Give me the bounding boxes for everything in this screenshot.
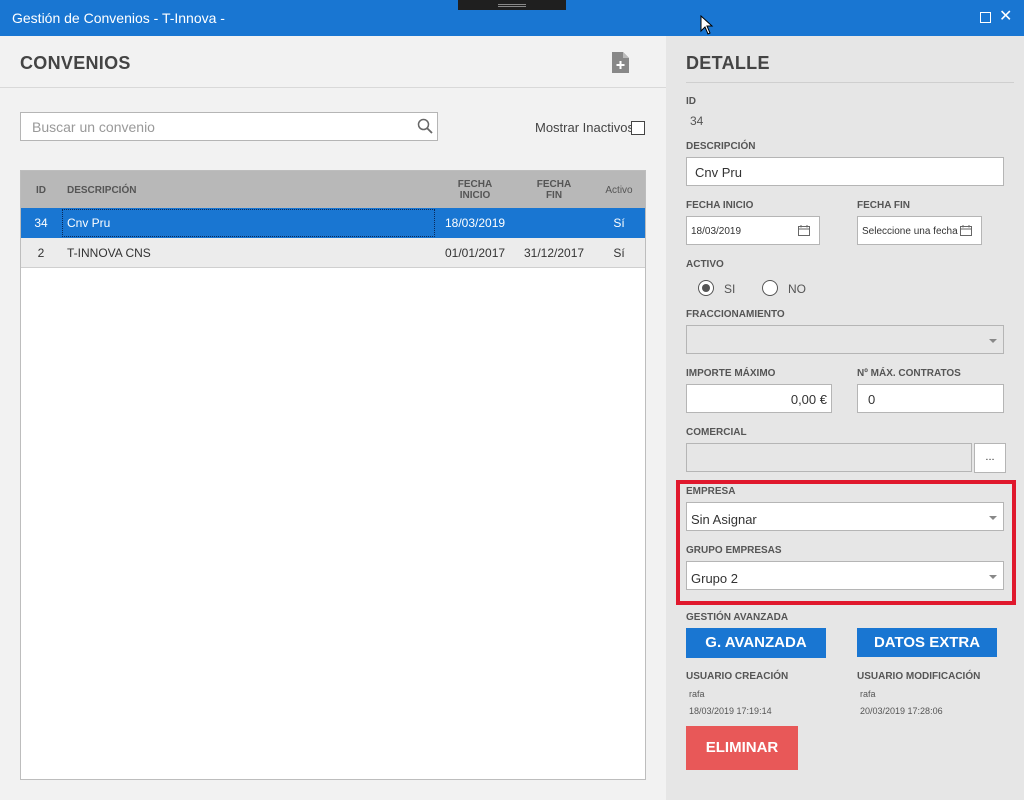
calendar-icon[interactable] bbox=[798, 225, 810, 236]
descripcion-value: Cnv Pru bbox=[695, 165, 742, 180]
search-input[interactable] bbox=[21, 113, 411, 140]
id-value: 34 bbox=[690, 114, 704, 128]
comercial-label: COMERCIAL bbox=[686, 427, 747, 438]
window-title: Gestión de Convenios - T-Innova - bbox=[12, 10, 225, 26]
col-header-id[interactable]: ID bbox=[29, 185, 53, 196]
eliminar-button[interactable]: ELIMINAR bbox=[686, 726, 798, 770]
cell-activo: Sí bbox=[613, 246, 625, 260]
calendar-icon[interactable] bbox=[960, 225, 972, 236]
usuario-creacion-user: rafa bbox=[689, 689, 705, 699]
detail-title: DETALLE bbox=[686, 53, 770, 73]
contratos-field[interactable]: 0 bbox=[857, 384, 1004, 413]
fecha-inicio-label: FECHA INICIO bbox=[686, 200, 754, 211]
col-header-fecha-fin[interactable]: FECHA FIN bbox=[524, 179, 584, 201]
gestion-avanzada-label: GESTIÓN AVANZADA bbox=[686, 612, 789, 623]
fecha-inicio-picker[interactable]: 18/03/2019 bbox=[686, 216, 820, 245]
usuario-modificacion-date: 20/03/2019 17:28:06 bbox=[860, 706, 943, 716]
convenios-table: ID DESCRIPCIÓN FECHA INICIO FECHA FIN Ac… bbox=[20, 170, 646, 780]
usuario-creacion-date: 18/03/2019 17:19:14 bbox=[689, 706, 772, 716]
usuario-creacion-label: USUARIO CREACIÓN bbox=[686, 671, 789, 682]
contratos-label: Nº MÁX. CONTRATOS bbox=[857, 368, 961, 379]
gestion-avanzada-button[interactable]: G. AVANZADA bbox=[686, 628, 826, 658]
search-icon[interactable] bbox=[417, 118, 433, 134]
col-header-fecha-inicio-line2: INICIO bbox=[459, 190, 491, 201]
comercial-browse-button[interactable]: ... bbox=[974, 443, 1006, 473]
col-header-fecha-fin-line2: FIN bbox=[545, 190, 563, 201]
importe-label: IMPORTE MÁXIMO bbox=[686, 368, 776, 379]
fraccionamiento-label: FRACCIONAMIENTO bbox=[686, 309, 785, 320]
cell-id: 2 bbox=[37, 246, 45, 260]
importe-value: 0,00 € bbox=[790, 392, 827, 407]
descripcion-label: DESCRIPCIÓN bbox=[686, 141, 756, 152]
activo-no-radio[interactable] bbox=[762, 280, 778, 296]
id-label: ID bbox=[686, 96, 696, 107]
mouse-cursor-icon bbox=[700, 15, 714, 35]
col-header-fecha-inicio-line1: FECHA bbox=[457, 179, 493, 190]
cell-descripcion: Cnv Pru bbox=[67, 216, 111, 230]
divider bbox=[686, 82, 1014, 83]
fraccionamiento-select[interactable] bbox=[686, 325, 1004, 354]
descripcion-field[interactable]: Cnv Pru bbox=[686, 157, 1004, 186]
col-header-activo[interactable]: Activo bbox=[601, 185, 637, 196]
convenios-header: CONVENIOS bbox=[0, 36, 666, 88]
importe-field[interactable]: 0,00 € bbox=[686, 384, 832, 413]
col-header-fecha-inicio[interactable]: FECHA INICIO bbox=[445, 179, 505, 201]
show-inactive-label: Mostrar Inactivos bbox=[535, 120, 634, 135]
activo-label: ACTIVO bbox=[686, 259, 724, 270]
drag-handle[interactable] bbox=[458, 0, 566, 10]
table-row[interactable]: 2 T-INNOVA CNS 01/01/2017 31/12/2017 Sí bbox=[21, 238, 645, 268]
fecha-fin-label: FECHA FIN bbox=[857, 200, 910, 211]
datos-extra-button[interactable]: DATOS EXTRA bbox=[857, 628, 997, 657]
activo-si-radio[interactable] bbox=[698, 280, 714, 296]
close-button[interactable]: ✕ bbox=[999, 8, 1012, 26]
usuario-modificacion-user: rafa bbox=[860, 689, 876, 699]
chevron-down-icon bbox=[989, 339, 997, 343]
show-inactive-toggle: Mostrar Inactivos bbox=[535, 120, 645, 135]
new-document-icon[interactable] bbox=[612, 52, 629, 73]
cell-activo: Sí bbox=[613, 216, 625, 230]
usuario-modificacion-label: USUARIO MODIFICACIÓN bbox=[857, 671, 981, 682]
fecha-fin-picker[interactable]: Seleccione una fecha bbox=[857, 216, 982, 245]
fecha-fin-placeholder: Seleccione una fecha bbox=[862, 226, 958, 237]
cell-fecha-fin: 31/12/2017 bbox=[524, 246, 585, 260]
highlight-box bbox=[676, 480, 1016, 605]
fecha-inicio-value: 18/03/2019 bbox=[691, 226, 742, 237]
cell-id: 34 bbox=[34, 216, 48, 230]
show-inactive-checkbox[interactable] bbox=[631, 121, 645, 135]
col-header-fecha-fin-line1: FECHA bbox=[536, 179, 572, 190]
cell-fecha-inicio: 01/01/2017 bbox=[445, 246, 506, 260]
comercial-field[interactable] bbox=[686, 443, 972, 472]
cell-descripcion: T-INNOVA CNS bbox=[67, 246, 151, 260]
contratos-value: 0 bbox=[868, 392, 876, 407]
activo-si-label: SI bbox=[724, 282, 736, 296]
col-header-descripcion[interactable]: DESCRIPCIÓN bbox=[67, 185, 136, 196]
focus-rectangle bbox=[62, 209, 435, 237]
table-row[interactable]: 34 Cnv Pru 18/03/2019 Sí bbox=[21, 208, 645, 238]
convenios-panel: CONVENIOS Mostrar Inactivos ID DESCRIPCI… bbox=[0, 36, 666, 800]
page-title: CONVENIOS bbox=[20, 53, 131, 73]
search-box bbox=[20, 112, 438, 141]
activo-no-label: NO bbox=[788, 282, 806, 296]
detalle-panel: DETALLE ID 34 DESCRIPCIÓN Cnv Pru FECHA … bbox=[666, 36, 1024, 800]
maximize-button[interactable] bbox=[980, 12, 991, 23]
table-header: ID DESCRIPCIÓN FECHA INICIO FECHA FIN Ac… bbox=[21, 171, 645, 209]
cell-fecha-inicio: 18/03/2019 bbox=[445, 216, 506, 230]
title-bar: Gestión de Convenios - T-Innova - ✕ bbox=[0, 0, 1024, 36]
